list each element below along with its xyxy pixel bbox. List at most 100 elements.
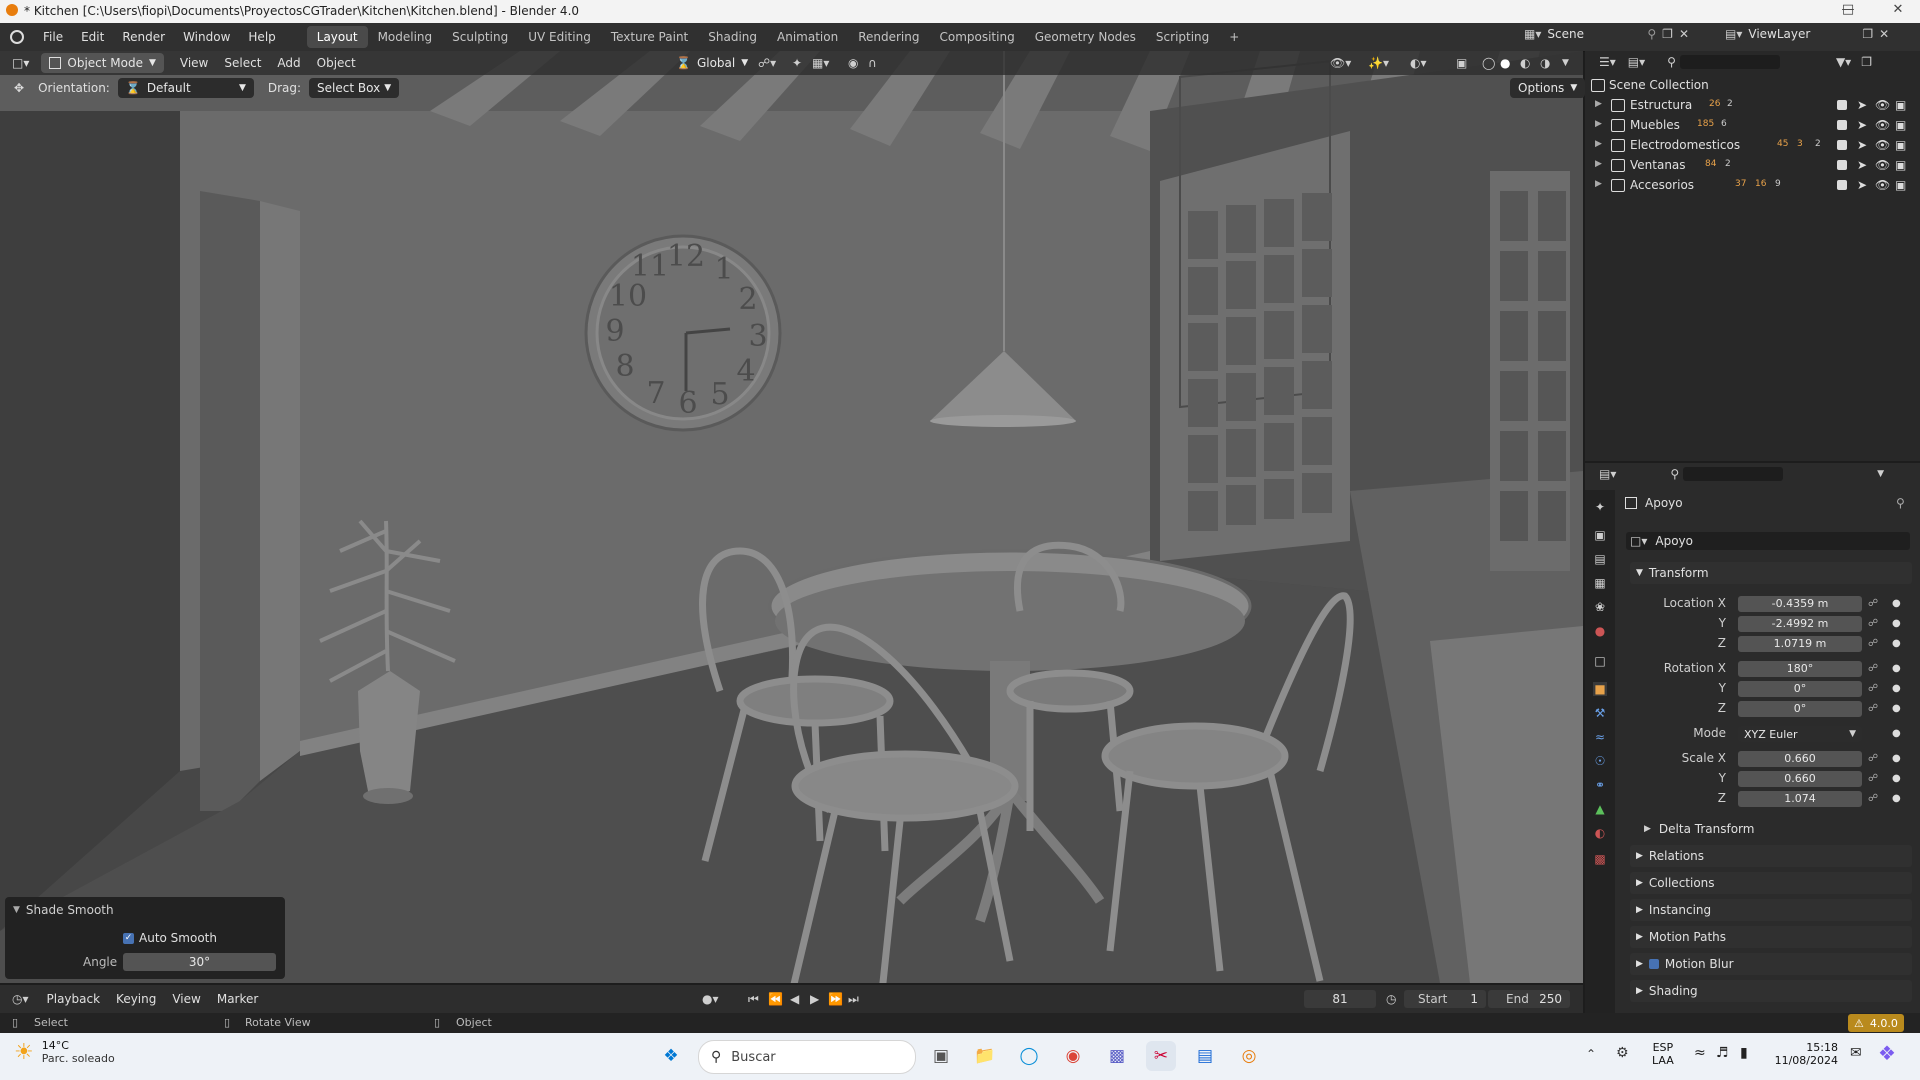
shading-panel-header[interactable]: ▶ Shading xyxy=(1630,980,1912,1002)
prev-keyframe-icon[interactable]: ⏪ xyxy=(768,992,783,1006)
tab-shading[interactable]: Shading xyxy=(698,26,767,48)
add-workspace-icon[interactable]: + xyxy=(1219,26,1249,48)
jump-end-icon[interactable]: ⏭ xyxy=(848,992,859,1007)
chevron-up-icon[interactable]: ⌃ xyxy=(1586,1047,1596,1061)
motion-paths-panel-header[interactable]: ▶ Motion Paths xyxy=(1630,926,1912,948)
scene-tab-icon[interactable]: ❀ xyxy=(1593,600,1607,614)
shading-options-icon[interactable]: ▼ xyxy=(1562,58,1569,68)
transform-panel-header[interactable]: ▼ Transform xyxy=(1630,562,1912,584)
menu-object[interactable]: Object xyxy=(309,56,364,70)
play-icon[interactable]: ▶ xyxy=(810,992,819,1006)
collections-panel-header[interactable]: ▶ Collections xyxy=(1630,872,1912,894)
exclude-checkbox[interactable] xyxy=(1837,160,1847,170)
camera-icon[interactable]: ▣ xyxy=(1895,98,1906,112)
tab-geometry-nodes[interactable]: Geometry Nodes xyxy=(1025,26,1146,48)
current-frame-field[interactable]: 81 xyxy=(1304,990,1376,1008)
snipping-tool-icon[interactable]: ✂ xyxy=(1146,1041,1176,1071)
collection-tab-icon[interactable]: □ xyxy=(1593,654,1607,668)
output-tab-icon[interactable]: ▤ xyxy=(1593,552,1607,566)
overlay-icon[interactable]: ◐▾ xyxy=(1410,56,1427,70)
start-frame-field[interactable]: Start 1 xyxy=(1404,990,1486,1008)
auto-smooth-checkbox[interactable]: ✓ xyxy=(123,932,134,944)
options-dropdown[interactable]: Options ▼ xyxy=(1510,78,1586,98)
new-collection-icon[interactable]: ❐ xyxy=(1861,55,1872,69)
keyframe-dot-icon[interactable]: ● xyxy=(1892,598,1901,609)
location-y-field[interactable]: -2.4992 m xyxy=(1738,616,1862,632)
snap-target-icon[interactable]: ▦▾ xyxy=(812,56,829,70)
volume-icon[interactable]: ♬ xyxy=(1716,1045,1729,1061)
new-scene-icon[interactable]: ❐ xyxy=(1662,27,1673,41)
eye-icon[interactable]: 👁 xyxy=(1875,118,1890,132)
delta-transform-subpanel[interactable]: ▶ Delta Transform xyxy=(1644,822,1754,836)
rotation-x-field[interactable]: 180° xyxy=(1738,661,1862,677)
editor-type-icon[interactable]: □▾ xyxy=(12,56,29,70)
material-tab-icon[interactable]: ◐ xyxy=(1593,826,1607,840)
expand-arrow-icon[interactable]: ▶ xyxy=(1595,99,1602,109)
search-icon[interactable]: ⚲ xyxy=(1670,467,1679,481)
notification-app-icon[interactable]: ⚙ xyxy=(1616,1045,1629,1061)
keyframe-dot-icon[interactable]: ● xyxy=(1892,773,1901,784)
scene-name-field[interactable]: Scene xyxy=(1547,27,1637,41)
instancing-panel-header[interactable]: ▶ Instancing xyxy=(1630,899,1912,921)
select-arrow-icon[interactable]: ➤ xyxy=(1857,98,1867,112)
keyframe-dot-icon[interactable]: ● xyxy=(1892,793,1901,804)
render-tab-icon[interactable]: ▣ xyxy=(1593,528,1607,542)
pin-icon[interactable]: ⚲ xyxy=(1896,496,1905,510)
wireframe-shading-icon[interactable]: ◯ xyxy=(1482,56,1495,70)
task-view-icon[interactable]: ▣ xyxy=(926,1041,956,1071)
delete-scene-icon[interactable]: ✕ xyxy=(1679,27,1689,41)
taskbar-search[interactable]: ⚲ Buscar xyxy=(698,1040,916,1074)
system-clock[interactable]: 15:18 11/08/2024 xyxy=(1766,1041,1838,1067)
keyframe-dot-icon[interactable]: ● xyxy=(1892,663,1901,674)
scale-x-field[interactable]: 0.660 xyxy=(1738,751,1862,767)
outliner-item-accesorios[interactable]: ▶ Accesorios 37 16 9 ➤ 👁 ▣ xyxy=(1585,176,1920,196)
camera-icon[interactable]: ▣ xyxy=(1895,118,1906,132)
scene-icon[interactable]: ▦▾ xyxy=(1524,27,1541,41)
outliner-item-electrodomesticos[interactable]: ▶ Electrodomesticos 45 3 2 ➤ 👁 ▣ xyxy=(1585,136,1920,156)
version-badge[interactable]: ⚠ 4.0.0 xyxy=(1848,1014,1904,1032)
keyframe-dot-icon[interactable]: ● xyxy=(1892,753,1901,764)
expand-arrow-icon[interactable]: ▶ xyxy=(1595,139,1602,149)
notepad-icon[interactable]: ▤ xyxy=(1190,1041,1220,1071)
expand-arrow-icon[interactable]: ▶ xyxy=(1595,159,1602,169)
next-keyframe-icon[interactable]: ⏩ xyxy=(828,992,843,1006)
tab-animation[interactable]: Animation xyxy=(767,26,848,48)
battery-icon[interactable]: ▮ xyxy=(1740,1045,1748,1061)
chevron-down-icon[interactable]: ▼ xyxy=(1877,469,1884,479)
eye-icon[interactable]: 👁 xyxy=(1875,138,1890,152)
texture-tab-icon[interactable]: ▩ xyxy=(1593,852,1607,866)
close-icon[interactable]: ✕ xyxy=(1878,2,1918,17)
blender-taskbar-icon[interactable]: ◎ xyxy=(1234,1041,1264,1071)
motion-blur-checkbox[interactable] xyxy=(1648,959,1659,969)
marker-menu[interactable]: Marker xyxy=(209,992,266,1006)
modifier-tab-icon[interactable]: ⚒ xyxy=(1593,706,1607,720)
lock-icon[interactable]: ☍ xyxy=(1868,638,1878,649)
menu-select[interactable]: Select xyxy=(216,56,269,70)
transform-orientation-dropdown[interactable]: ⌛ Global ▼ xyxy=(668,53,756,73)
particles-tab-icon[interactable]: ≈ xyxy=(1593,730,1607,744)
editor-type-icon[interactable]: ◷▾ xyxy=(12,992,29,1006)
tab-rendering[interactable]: Rendering xyxy=(848,26,929,48)
keying-menu[interactable]: Keying xyxy=(108,992,164,1006)
lock-icon[interactable]: ☍ xyxy=(1868,773,1878,784)
keyframe-dot-icon[interactable]: ● xyxy=(1892,703,1901,714)
edge-icon[interactable]: ◯ xyxy=(1014,1041,1044,1071)
menu-add[interactable]: Add xyxy=(269,56,308,70)
select-arrow-icon[interactable]: ➤ xyxy=(1857,178,1867,192)
solid-shading-icon[interactable]: ● xyxy=(1500,56,1510,70)
tab-layout[interactable]: Layout xyxy=(306,26,368,48)
lock-icon[interactable]: ☍ xyxy=(1868,683,1878,694)
motion-blur-panel-header[interactable]: ▶ Motion Blur xyxy=(1630,953,1912,975)
world-tab-icon[interactable]: ● xyxy=(1593,624,1607,638)
select-arrow-icon[interactable]: ➤ xyxy=(1857,138,1867,152)
snap-icon[interactable]: ✦ xyxy=(792,56,802,70)
lock-icon[interactable]: ☍ xyxy=(1868,598,1878,609)
scale-y-field[interactable]: 0.660 xyxy=(1738,771,1862,787)
eye-icon[interactable]: 👁 xyxy=(1875,158,1890,172)
camera-icon[interactable]: ▣ xyxy=(1895,138,1906,152)
drag-dropdown[interactable]: Select Box ▼ xyxy=(309,78,400,98)
orientation-dropdown[interactable]: ⌛ Default ▼ xyxy=(117,78,254,98)
exclude-checkbox[interactable] xyxy=(1837,140,1847,150)
file-explorer-icon[interactable]: 📁 xyxy=(970,1041,1000,1071)
material-shading-icon[interactable]: ◐ xyxy=(1520,56,1530,70)
